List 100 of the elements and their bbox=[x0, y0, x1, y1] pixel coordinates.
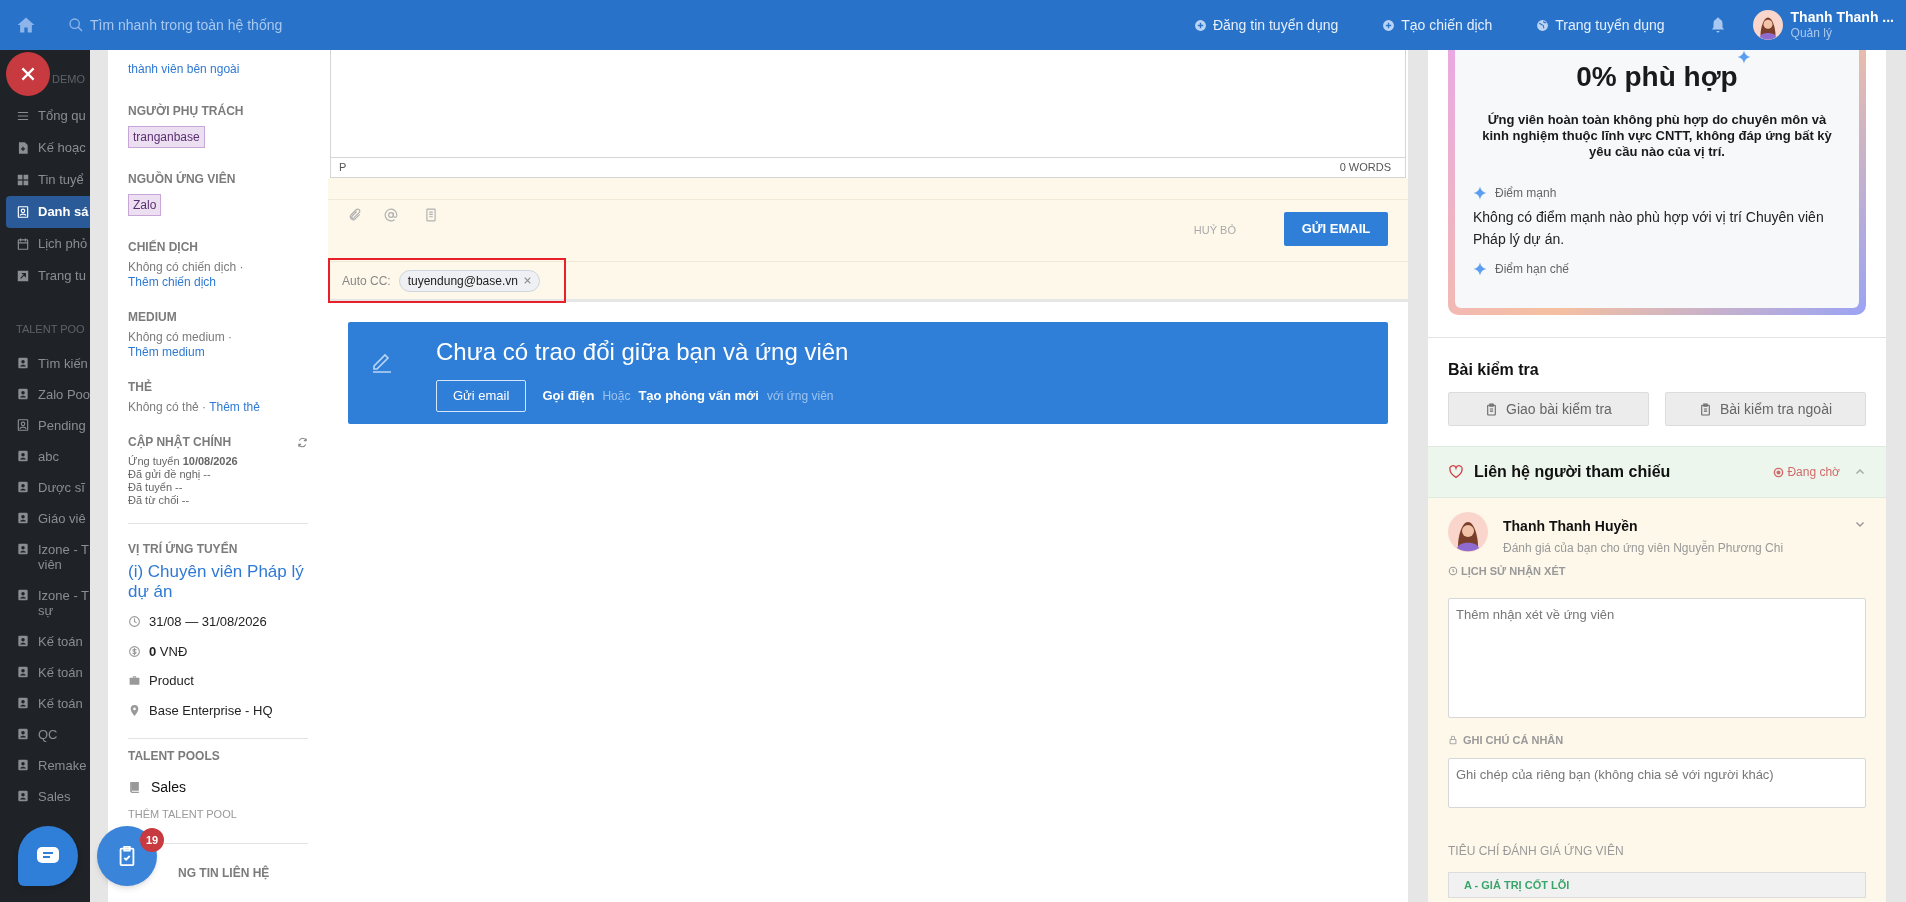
sidebar-item[interactable]: Izone - T sự bbox=[0, 580, 90, 626]
list-icon bbox=[16, 109, 30, 123]
sidebar-item[interactable]: Pending bbox=[0, 410, 90, 441]
tests-title: Bài kiểm tra bbox=[1448, 360, 1540, 380]
header-link[interactable]: Trang tuyển dụng bbox=[1536, 14, 1665, 36]
sidebar-item[interactable]: abc bbox=[0, 441, 90, 472]
status-text: Đang chờ bbox=[1787, 464, 1840, 481]
add-link[interactable]: Thêm medium bbox=[128, 345, 205, 359]
map-pin-icon bbox=[128, 703, 141, 717]
sidebar-item[interactable]: Sales bbox=[0, 781, 90, 812]
clipboard-icon bbox=[1485, 402, 1499, 416]
match-score: 0% phù hợp bbox=[1576, 60, 1738, 94]
at-sign-icon[interactable] bbox=[384, 208, 398, 222]
sidebar-item[interactable]: QC bbox=[0, 719, 90, 750]
comment-field[interactable]: Thêm nhận xét về ứng viên bbox=[1448, 597, 1866, 718]
person-card-icon bbox=[16, 758, 30, 772]
document-icon[interactable] bbox=[424, 208, 438, 222]
person-card-icon bbox=[16, 696, 30, 710]
criteria-label: TIÊU CHÍ ĐÁNH GIÁ ỨNG VIÊN bbox=[1448, 842, 1625, 860]
field-label: MEDIUM bbox=[128, 309, 178, 326]
send-email-button[interactable]: GỬI EMAIL bbox=[1284, 212, 1388, 246]
user-name[interactable]: Thanh Thanh ... bbox=[1790, 8, 1894, 27]
field-text: Không có chiến dịch · Thêm chiến dịch bbox=[128, 260, 245, 290]
test-button[interactable]: Giao bài kiểm tra bbox=[1448, 392, 1649, 426]
person-card-icon bbox=[16, 418, 30, 432]
element-path: P bbox=[339, 160, 347, 176]
sidebar-item[interactable]: Zalo Poo bbox=[0, 379, 90, 410]
sidebar-item[interactable]: Kế toán bbox=[0, 626, 90, 657]
references-header[interactable]: Liên hệ người tham chiếu Đang chờ bbox=[1428, 446, 1886, 498]
sidebar-item[interactable]: Giáo viê bbox=[0, 503, 90, 534]
test-button[interactable]: Bài kiểm tra ngoài bbox=[1665, 392, 1866, 426]
header-link[interactable]: Đăng tin tuyển dụng bbox=[1193, 14, 1339, 36]
grid-icon bbox=[16, 173, 30, 187]
person-card-icon bbox=[16, 588, 30, 602]
person-card-icon bbox=[16, 449, 30, 463]
position-link[interactable]: (i) Chuyên viên Pháp lý dự án bbox=[128, 562, 308, 602]
clock-icon bbox=[128, 615, 141, 629]
sidebar-item[interactable]: Trang tu bbox=[6, 260, 90, 292]
sidebar-item[interactable]: Tìm kiến bbox=[0, 348, 90, 379]
home-icon[interactable] bbox=[16, 15, 36, 35]
heart-icon bbox=[1448, 464, 1464, 480]
refresh-icon[interactable] bbox=[297, 436, 308, 448]
dollar-circle-icon bbox=[128, 644, 141, 658]
person-card-icon bbox=[16, 480, 30, 494]
search-field[interactable]: Tìm nhanh trong toàn hệ thống bbox=[68, 14, 468, 36]
sidebar-item[interactable]: Danh sá bbox=[6, 196, 90, 228]
clipboard-icon bbox=[1698, 402, 1712, 416]
reviewer-name: Thanh Thanh Huyền bbox=[1503, 517, 1639, 536]
person-card-icon bbox=[16, 205, 30, 219]
sidebar-item[interactable]: Tổng qu bbox=[6, 100, 90, 132]
arrow-square-icon bbox=[16, 269, 30, 283]
close-icon bbox=[21, 67, 35, 81]
sidebar-item[interactable]: Izone - T viên bbox=[0, 534, 90, 580]
update-line: Đã tuyển -- bbox=[128, 481, 184, 494]
person-card-icon bbox=[16, 665, 30, 679]
weaknesses-label: Điểm hạn chế bbox=[1495, 261, 1570, 278]
chat-icon bbox=[36, 846, 60, 866]
send-email-button[interactable]: Gửi email bbox=[436, 380, 527, 412]
sidebar-item[interactable]: Kế toán bbox=[0, 657, 90, 688]
email-chip[interactable]: tuyendung@base.vn bbox=[398, 269, 540, 292]
plus-circle-icon bbox=[1193, 18, 1207, 32]
sidebar-item[interactable]: Dược sĩ bbox=[0, 472, 90, 503]
sidebar-item[interactable]: Tin tuyể bbox=[6, 164, 90, 196]
person-card-icon bbox=[16, 789, 30, 803]
calendar-icon bbox=[16, 237, 30, 251]
field-label: NGUỒN ỨNG VIÊN bbox=[128, 170, 237, 188]
sidebar-item[interactable]: Kế hoạc bbox=[6, 132, 90, 164]
status-icon bbox=[1773, 466, 1785, 478]
document-plus-icon bbox=[16, 141, 30, 155]
globe-icon bbox=[1536, 18, 1550, 32]
sidebar-item[interactable]: Remake bbox=[0, 750, 90, 781]
add-link[interactable]: Thêm thẻ bbox=[209, 400, 260, 414]
strengths-label: Điểm mạnh bbox=[1495, 185, 1557, 202]
field-text: Không có thẻ · Thêm thẻ bbox=[128, 400, 261, 415]
clock-icon bbox=[1448, 566, 1458, 577]
header-link[interactable]: Tạo chiến dịch bbox=[1382, 14, 1493, 36]
share-link[interactable]: thành viên bên ngoài bbox=[128, 60, 308, 78]
add-link[interactable]: Thêm chiến dịch bbox=[128, 275, 217, 289]
tag: tranganbase bbox=[128, 126, 205, 148]
reviewer-subtitle: Đánh giá của bạn cho ứng viên Nguyễn Phương Chi bbox=[1503, 539, 1785, 557]
history-link[interactable]: LỊCH SỬ NHẬN XÉT bbox=[1461, 563, 1566, 580]
field-label: THẺ bbox=[128, 378, 153, 396]
book-icon bbox=[128, 781, 141, 794]
sidebar-item[interactable]: Lịch phỏ bbox=[6, 228, 90, 260]
remove-icon[interactable] bbox=[523, 277, 531, 284]
add-talent-pool-link[interactable]: THÊM TALENT POOL bbox=[128, 806, 308, 823]
sidebar-item[interactable]: Kế toán bbox=[0, 688, 90, 719]
person-card-icon bbox=[16, 356, 30, 370]
person-card-icon bbox=[16, 542, 30, 556]
note-label: GHI CHÚ CÁ NHÂN bbox=[1463, 732, 1564, 748]
references-title: Liên hệ người tham chiếu bbox=[1474, 462, 1672, 482]
section-title: NG TIN LIÊN HỆ bbox=[178, 865, 270, 880]
new-interview-link[interactable]: Tạo phỏng vấn mới bbox=[638, 386, 759, 406]
paperclip-icon[interactable] bbox=[348, 208, 362, 222]
call-link[interactable]: Gọi điện bbox=[542, 386, 595, 406]
note-field[interactable]: Ghi chép của riêng bạn (không chia sẻ với người khác) bbox=[1448, 758, 1866, 808]
field-text: Không có medium · Thêm medium bbox=[128, 330, 234, 360]
person-card-icon bbox=[16, 511, 30, 525]
sparkle-icon bbox=[1737, 50, 1751, 64]
person-card-icon bbox=[16, 387, 30, 401]
